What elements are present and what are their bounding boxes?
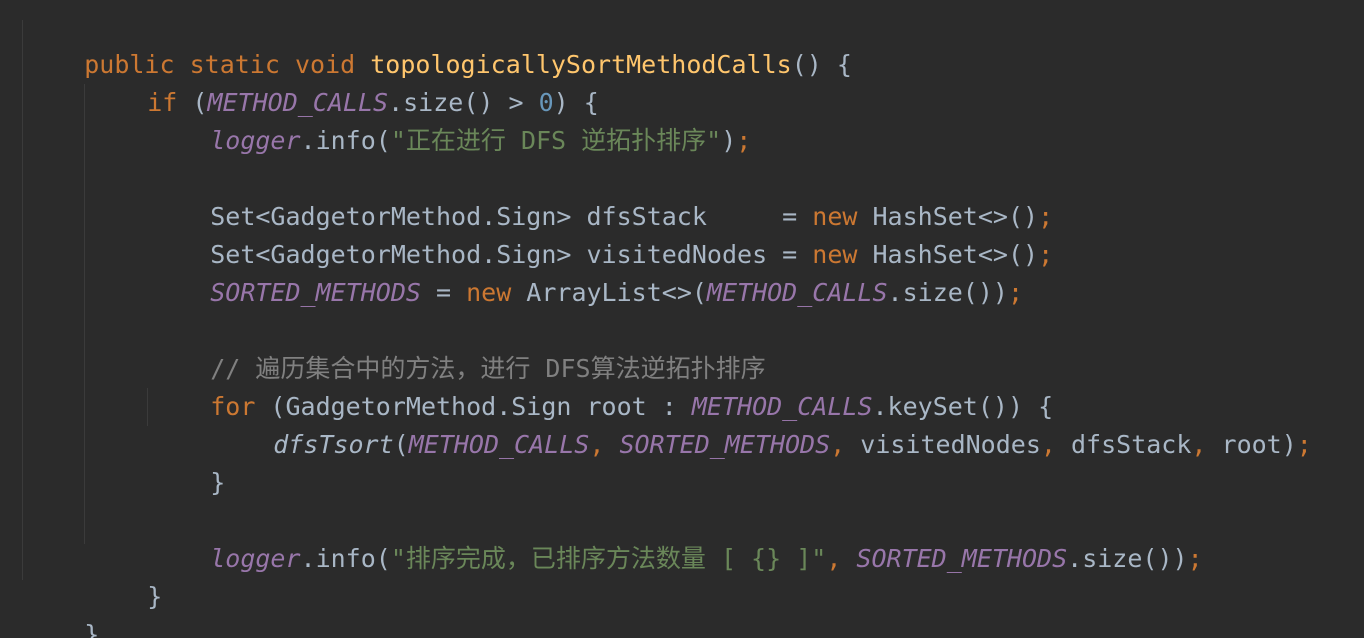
code-text: root) <box>1221 430 1297 459</box>
code-text: ( <box>393 430 409 459</box>
comma: , <box>830 430 861 459</box>
code-line[interactable]: } <box>87 540 162 611</box>
comma: , <box>1191 430 1222 459</box>
code-line[interactable]: } <box>150 426 225 497</box>
code-line[interactable]: } <box>24 578 99 638</box>
code-line[interactable]: dfsTsort(METHOD_CALLS, SORTED_METHODS, v… <box>213 388 1312 459</box>
static-field: METHOD_CALLS <box>706 278 888 307</box>
string-literal: "正在进行 DFS 逆拓扑排序" <box>390 126 722 155</box>
semicolon: ; <box>1038 240 1054 269</box>
code-text: dfsStack <box>1071 430 1192 459</box>
code-text: ) <box>721 126 737 155</box>
static-field: SORTED_METHODS <box>619 430 831 459</box>
keyword: new <box>466 278 512 307</box>
code-text: .info( <box>300 544 391 573</box>
method-call: dfsTsort <box>273 430 394 459</box>
code-line[interactable]: Set<GadgetorMethod.Sign> visitedNodes = … <box>150 198 1053 269</box>
semicolon: ; <box>736 126 752 155</box>
code-line[interactable]: // 遍历集合中的方法，进行 DFS算法逆拓扑排序 <box>150 312 765 383</box>
code-line[interactable]: SORTED_METHODS = new ArrayList<>(METHOD_… <box>150 236 1023 307</box>
code-text: () { <box>791 50 852 79</box>
code-text: ArrayList<>( <box>511 278 707 307</box>
code-text: .size()) <box>887 278 1008 307</box>
comma: , <box>589 430 620 459</box>
semicolon: ; <box>1007 278 1024 307</box>
string-literal: "排序完成，已排序方法数量 [ {} ]" <box>390 544 827 573</box>
code-text: .size()) <box>1067 544 1188 573</box>
comma: , <box>826 544 857 573</box>
semicolon: ; <box>1187 544 1203 573</box>
semicolon: ; <box>1296 430 1312 459</box>
static-field: logger <box>210 126 301 155</box>
closing-brace: } <box>84 620 100 638</box>
code-line[interactable]: for (GadgetorMethod.Sign root : METHOD_C… <box>150 350 1053 421</box>
code-text: visitedNodes <box>860 430 1041 459</box>
code-text: .info( <box>300 126 391 155</box>
indent-guide <box>147 388 148 426</box>
code-editor[interactable]: public static void topologicallySortMeth… <box>0 0 1364 638</box>
code-line[interactable]: logger.info("排序完成，已排序方法数量 [ {} ]", SORTE… <box>150 502 1202 573</box>
code-line[interactable]: if (METHOD_CALLS.size() > 0) { <box>87 46 599 117</box>
static-field: SORTED_METHODS <box>856 544 1068 573</box>
closing-brace: } <box>210 468 226 497</box>
indent-guide <box>84 84 85 544</box>
static-field: logger <box>210 544 301 573</box>
code-line[interactable]: public static void topologicallySortMeth… <box>24 8 852 79</box>
comma: , <box>1040 430 1071 459</box>
closing-brace: } <box>147 582 163 611</box>
static-field: SORTED_METHODS <box>210 278 421 307</box>
code-text: = <box>420 278 467 307</box>
code-line[interactable]: logger.info("正在进行 DFS 逆拓扑排序"); <box>150 84 751 155</box>
static-field: METHOD_CALLS <box>408 430 590 459</box>
code-line[interactable]: Set<GadgetorMethod.Sign> dfsStack = new … <box>150 160 1053 231</box>
indent-guide <box>22 20 23 580</box>
